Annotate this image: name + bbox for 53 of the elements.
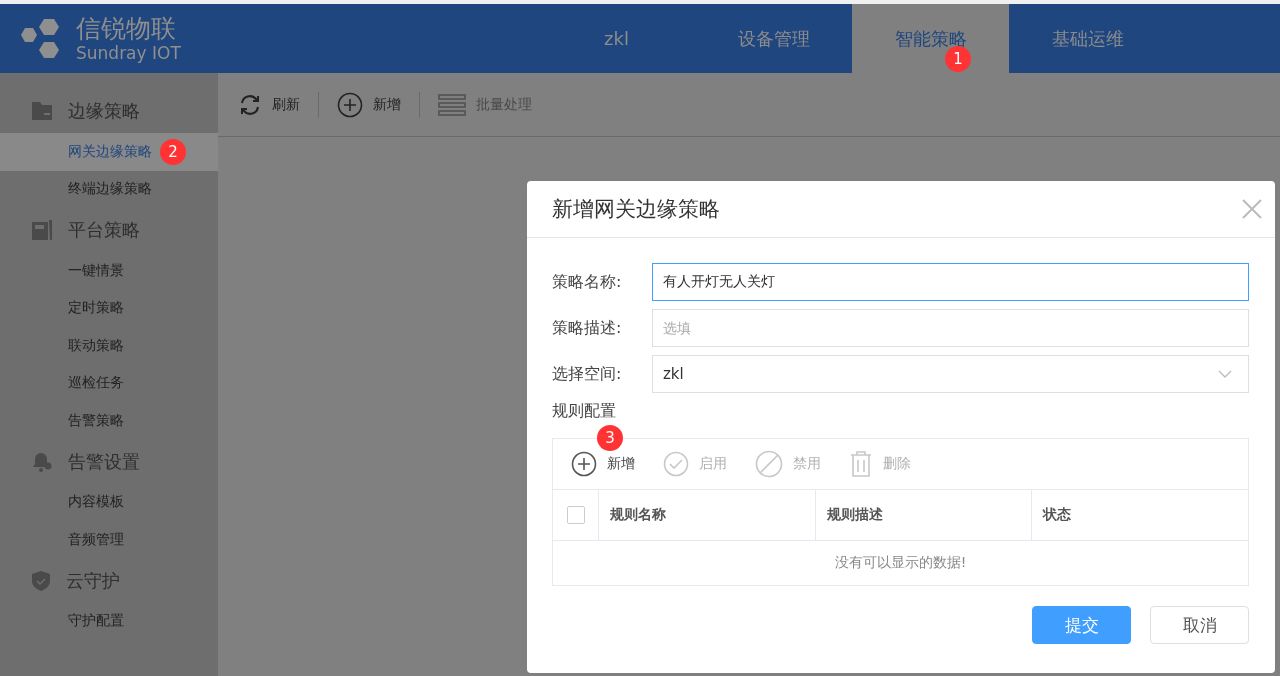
list-icon bbox=[438, 93, 466, 116]
cancel-button[interactable]: 取消 bbox=[1150, 606, 1249, 644]
sidebar-item[interactable]: 联动策略 bbox=[0, 327, 218, 365]
field-label: 策略名称: bbox=[552, 271, 623, 293]
empty-message: 没有可以显示的数据! bbox=[833, 553, 968, 572]
trash-icon bbox=[849, 450, 873, 478]
toolbar-button[interactable]: 新增 bbox=[337, 89, 419, 120]
input-field[interactable]: 有人开灯无人关灯 bbox=[652, 263, 1249, 301]
device-icon bbox=[32, 220, 52, 240]
sidebar-item[interactable]: 定时策略 bbox=[0, 289, 218, 327]
checkbox[interactable] bbox=[566, 506, 585, 524]
sidebar-item[interactable]: 一键情景 bbox=[0, 252, 218, 290]
sidebar-item[interactable]: 音频管理 bbox=[0, 521, 218, 559]
nav-tab[interactable]: 基础运维 bbox=[1009, 4, 1166, 73]
input-field[interactable]: 选填 bbox=[652, 309, 1249, 347]
folder-icon bbox=[32, 102, 52, 120]
sidebar-item[interactable]: 内容模板 bbox=[0, 483, 218, 521]
rule-toolbar-button[interactable]: 新增 bbox=[571, 451, 635, 477]
column-header: 状态 bbox=[1041, 505, 1072, 524]
nav-tab[interactable]: 设备管理 bbox=[695, 4, 852, 73]
submit-button[interactable]: 提交 bbox=[1032, 606, 1131, 644]
sidebar-item[interactable]: 守护配置 bbox=[0, 602, 218, 640]
sidebar-item[interactable]: 告警策略 bbox=[0, 402, 218, 440]
chevron-down-icon bbox=[1218, 370, 1232, 378]
sidebar-section-title[interactable]: 平台策略 bbox=[68, 218, 140, 242]
step-badge: 3 bbox=[597, 425, 623, 451]
nav-tab[interactable]: zkl bbox=[538, 4, 695, 73]
dialog-title: 新增网关边缘策略 bbox=[552, 196, 720, 223]
sidebar-section-title[interactable]: 告警设置 bbox=[68, 449, 140, 474]
field-label: 策略描述: bbox=[552, 317, 623, 339]
ban-icon bbox=[755, 450, 783, 478]
logo-subtitle: Sundray IOT bbox=[76, 42, 181, 63]
column-header: 规则描述 bbox=[816, 490, 1032, 540]
section-title: 规则配置 bbox=[552, 401, 617, 422]
nav-tab[interactable]: 智能策略 1 bbox=[852, 4, 1009, 73]
logo-title: 信锐物联 bbox=[76, 14, 177, 43]
step-badge: 1 bbox=[945, 46, 971, 72]
field-label: 选择空间: bbox=[552, 363, 623, 385]
step-badge: 2 bbox=[160, 138, 186, 165]
toolbar-button[interactable]: 刷新 bbox=[238, 89, 318, 120]
sidebar-item[interactable]: 巡检任务 bbox=[0, 364, 218, 402]
check-circle-icon bbox=[663, 451, 689, 477]
plus-circle-icon bbox=[571, 451, 597, 477]
column-header: 规则名称 bbox=[599, 490, 816, 540]
plus-circle-icon bbox=[337, 91, 363, 118]
sidebar-section-title[interactable]: 云守护 bbox=[66, 568, 120, 593]
sidebar-item[interactable]: 网关边缘策略 2 bbox=[0, 133, 218, 171]
sidebar-section-title[interactable]: 边缘策略 bbox=[68, 99, 140, 123]
refresh-icon bbox=[238, 92, 262, 117]
select-field[interactable]: zkl bbox=[652, 355, 1249, 393]
shield-icon bbox=[32, 570, 50, 591]
sidebar-item[interactable]: 终端边缘策略 bbox=[0, 170, 218, 208]
bell-icon bbox=[32, 451, 52, 472]
